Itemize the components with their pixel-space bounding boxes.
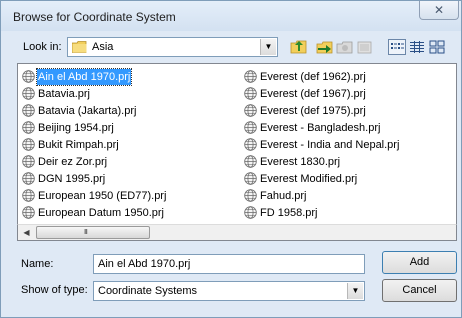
file-name: Everest Modified.prj [260,173,358,185]
list-view-icon [388,39,406,55]
globe-icon [22,155,35,168]
look-in-label: Look in: [23,41,62,53]
file-name: Batavia (Jakarta).prj [38,105,137,117]
file-name: FD 1958.prj [260,207,318,219]
globe-icon [244,189,257,202]
details-view-button[interactable] [405,37,427,57]
show-of-type-value: Coordinate Systems [98,285,198,297]
delete-button[interactable] [353,37,375,57]
file-name: Everest - Bangladesh.prj [260,122,381,134]
title-bar[interactable]: Browse for Coordinate System ✕ [1,1,461,31]
connect-folder-button[interactable] [313,37,335,57]
globe-icon [22,206,35,219]
chevron-down-icon[interactable]: ▼ [347,283,363,299]
globe-icon [22,70,35,83]
close-icon: ✕ [433,3,445,17]
file-name: DGN 1995.prj [38,173,106,185]
globe-icon [244,121,257,134]
thumbnail-view-icon [429,40,445,54]
file-name: Ain el Abd 1970.prj [35,68,133,86]
chevron-down-icon[interactable]: ▼ [260,39,276,55]
file-name: Everest (def 1967).prj [260,88,366,100]
details-view-icon [410,41,424,53]
file-name: Everest (def 1962).prj [260,71,366,83]
list-view-button[interactable] [385,37,407,57]
close-button[interactable]: ✕ [419,1,459,20]
browse-dialog: Browse for Coordinate System ✕ Look in: … [0,0,462,318]
connect-folder-icon [316,41,333,54]
globe-icon [22,138,35,151]
delete-icon [357,41,372,54]
file-name: Fahud.prj [260,190,307,202]
file-name: Everest (def 1975).prj [260,105,366,117]
disconnect-folder-icon [336,41,353,54]
file-name: Bukit Rimpah.prj [38,139,119,151]
up-level-icon [290,40,307,54]
show-of-type-select[interactable]: Coordinate Systems ▼ [93,281,365,301]
globe-icon [244,138,257,151]
file-list[interactable]: Ain el Abd 1970.prj Batavia.prj Batavia (J… [17,63,457,235]
file-name: Batavia.prj [38,88,90,100]
file-name: European Datum 1950.prj [38,207,164,219]
file-name: Everest - India and Nepal.prj [260,139,400,151]
horizontal-scrollbar[interactable]: ◀ III [17,224,457,241]
name-label: Name: [21,258,54,270]
up-one-level-button[interactable] [287,37,309,57]
globe-icon [22,121,35,134]
file-name: Beijing 1954.prj [38,122,114,134]
grip-icon: III [84,229,88,236]
globe-icon [244,104,257,117]
file-name: European 1950 (ED77).prj [38,190,167,202]
globe-icon [244,70,257,83]
globe-icon [22,104,35,117]
window-title: Browse for Coordinate System [13,10,176,24]
scroll-left-icon[interactable]: ◀ [19,226,34,239]
name-field[interactable]: Ain el Abd 1970.prj [93,254,365,274]
show-of-type-label: Show of type: [21,284,88,296]
globe-icon [244,172,257,185]
thumbnail-view-button[interactable] [425,37,447,57]
look-in-combo[interactable]: Asia ▼ [67,37,278,57]
globe-icon [22,189,35,202]
file-name: Everest 1830.prj [260,156,341,168]
globe-icon [244,206,257,219]
cancel-button[interactable]: Cancel [382,279,457,302]
scroll-thumb[interactable]: III [36,226,150,239]
globe-icon [22,172,35,185]
add-button[interactable]: Add [382,251,457,274]
globe-icon [244,155,257,168]
file-name: Deir ez Zor.prj [38,156,108,168]
look-in-value: Asia [92,41,114,53]
globe-icon [22,87,35,100]
name-field-value: Ain el Abd 1970.prj [98,258,191,270]
disconnect-folder-button[interactable] [333,37,355,57]
folder-icon [72,41,87,53]
globe-icon [244,87,257,100]
